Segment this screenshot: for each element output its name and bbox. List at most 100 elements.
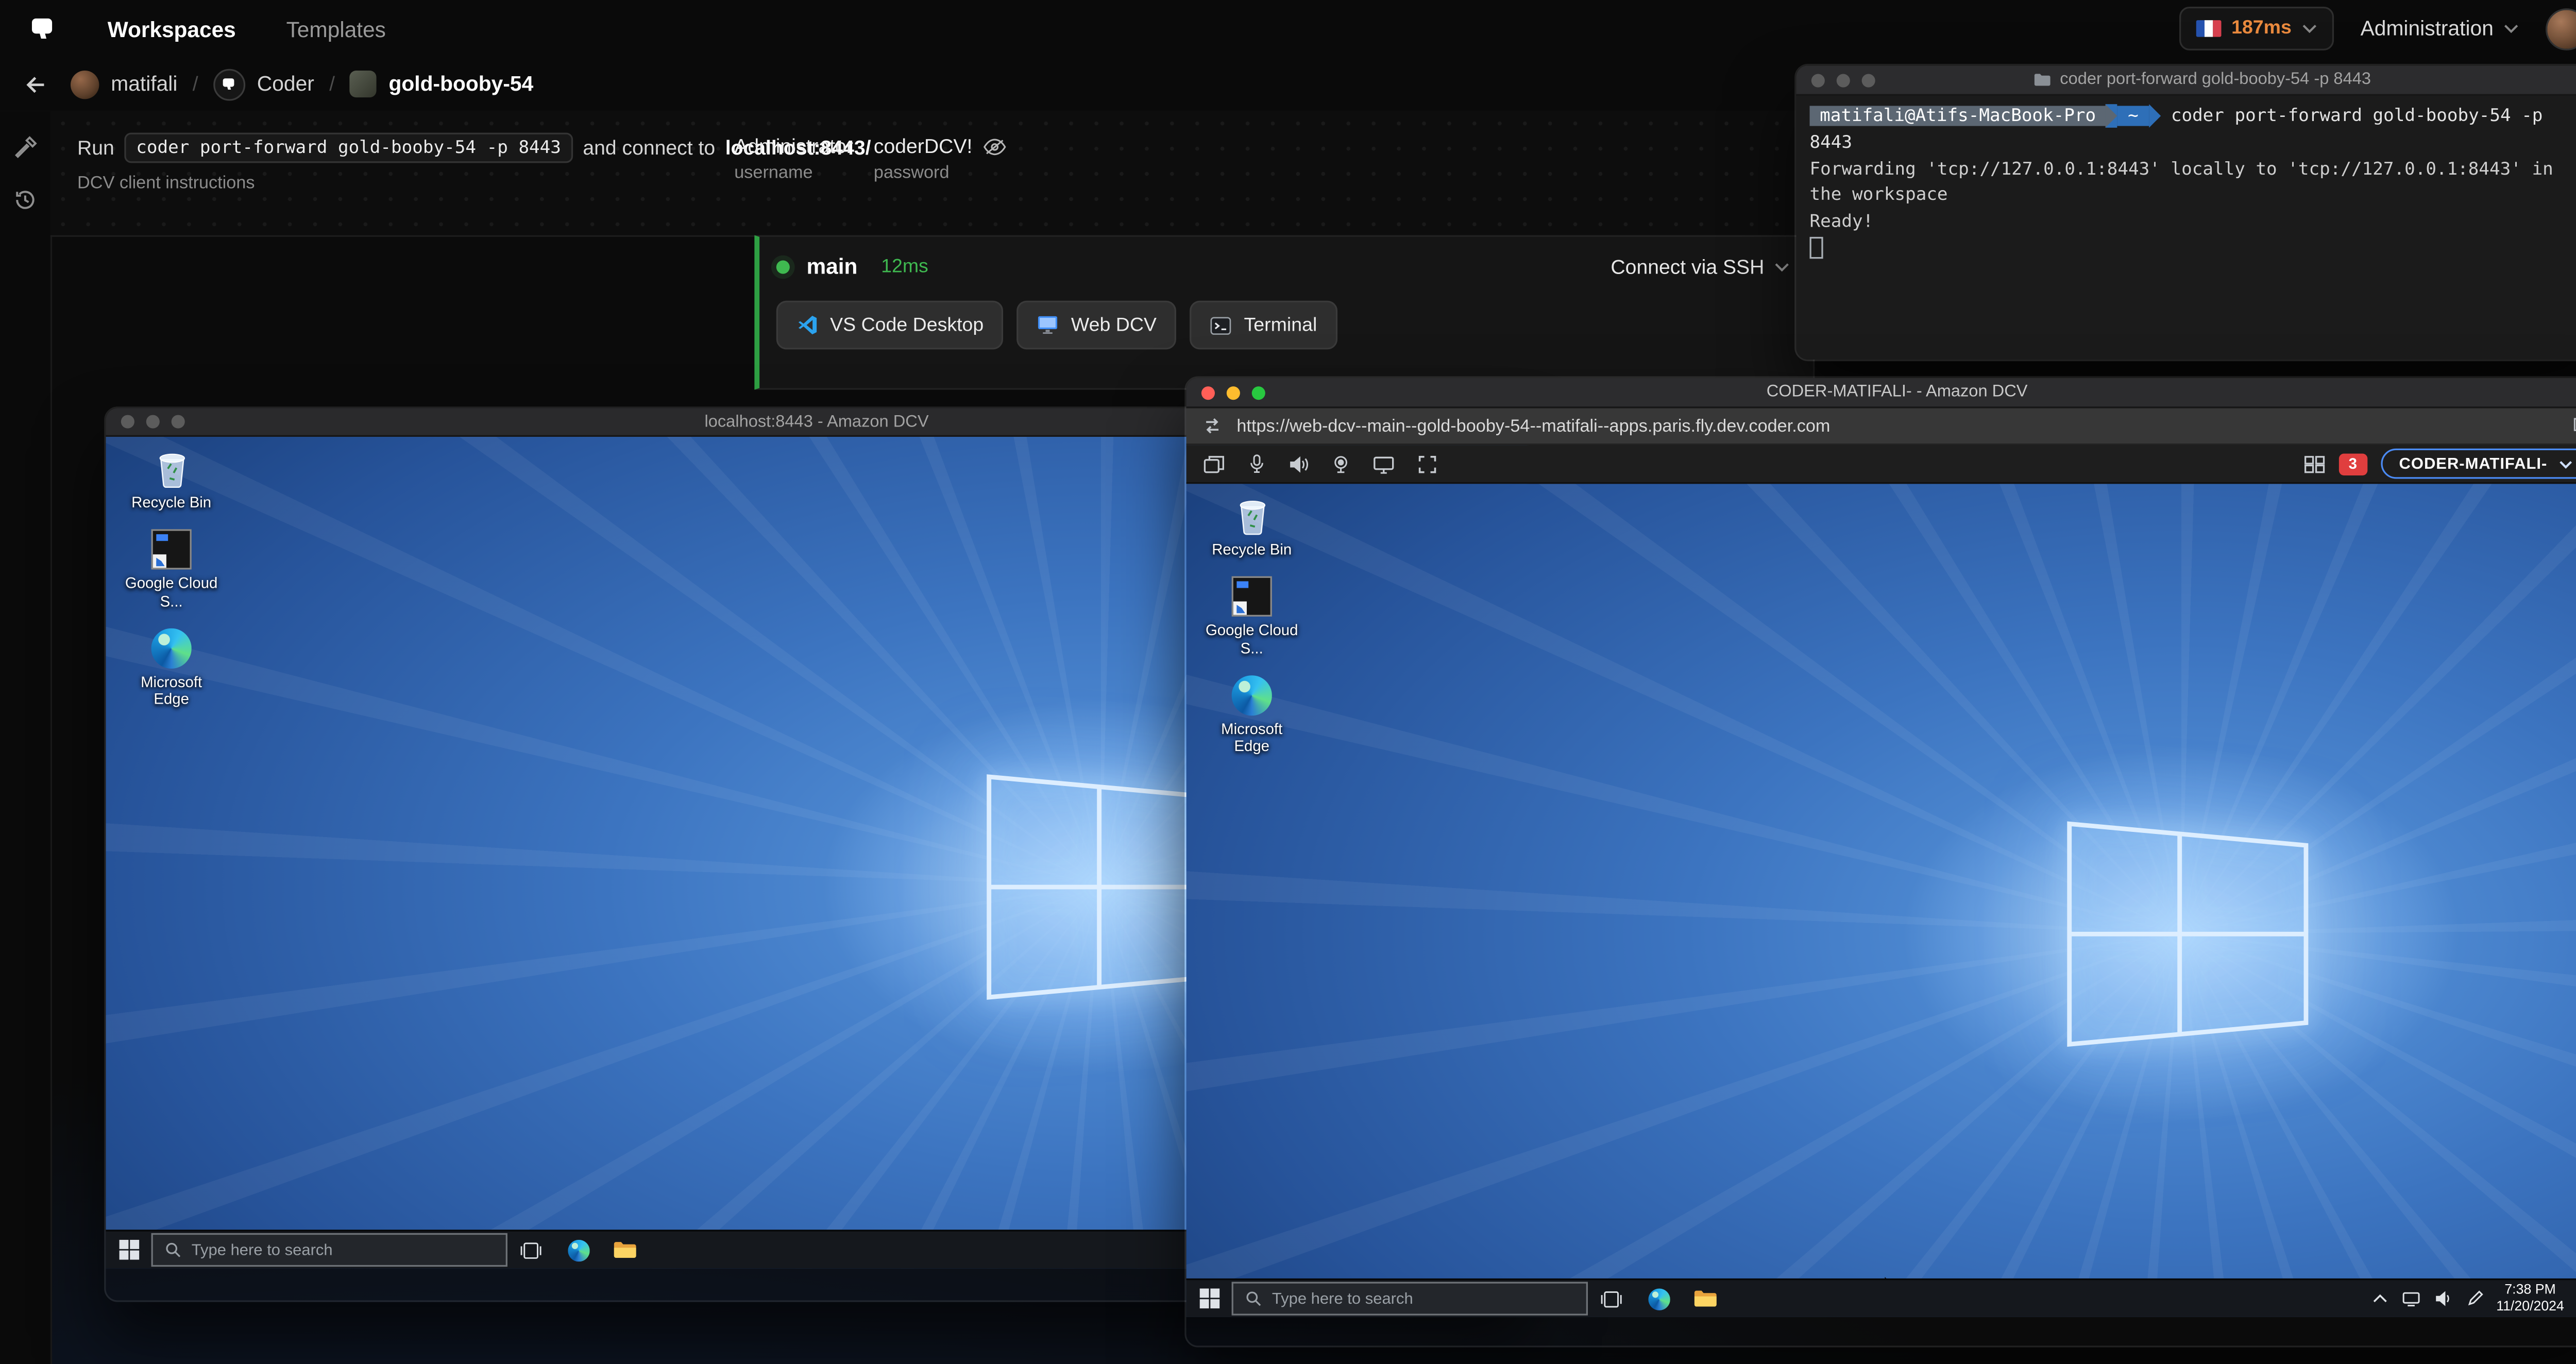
desktop-icon-microsoft-edge[interactable]: Microsoft Edge: [123, 628, 220, 709]
tray-expand-icon[interactable]: [2372, 1293, 2387, 1304]
nav-templates[interactable]: Templates: [286, 16, 386, 41]
breadcrumb-separator: /: [192, 72, 198, 96]
run-label: Run: [77, 136, 114, 160]
task-view-button[interactable]: [1588, 1280, 1635, 1317]
notification-badge[interactable]: 3: [2338, 452, 2367, 475]
desktop-icon-recycle-bin[interactable]: Recycle Bin: [123, 447, 220, 512]
edge-icon: [151, 628, 192, 669]
windows-desktop[interactable]: Recycle Bin Google Cloud S... Microsoft …: [1186, 484, 2576, 1317]
minimize-window-button[interactable]: [1836, 73, 1850, 87]
taskbar-search-input[interactable]: Type here to search: [1231, 1282, 1588, 1316]
user-menu[interactable]: [2546, 7, 2576, 50]
webcam-icon[interactable]: [1332, 454, 1349, 473]
connect-via-ssh-label: Connect via SSH: [1611, 254, 1765, 278]
chevron-down-icon: [2560, 460, 2572, 468]
volume-icon[interactable]: [2434, 1290, 2453, 1307]
connect-via-ssh-button[interactable]: Connect via SSH: [1611, 254, 1789, 278]
screen: Workspaces Templates 187ms Administratio…: [0, 0, 2576, 1364]
chevron-down-icon: [2503, 24, 2518, 34]
agent-card: main 12ms Connect via SSH VS Code Deskto…: [754, 235, 1815, 390]
microphone-icon[interactable]: [1248, 454, 1265, 474]
web-dcv-icon: [1039, 316, 1058, 334]
desktop-icon-recycle-bin[interactable]: Recycle Bin: [1203, 494, 1300, 558]
vscode-desktop-label: VS Code Desktop: [830, 315, 984, 335]
file-explorer-icon: [614, 1242, 636, 1258]
screens-grid-icon[interactable]: [2303, 454, 2325, 473]
terminal-cursor: [1809, 237, 1823, 260]
display-icon[interactable]: [1373, 454, 1395, 473]
windows-cascade-icon[interactable]: [1203, 454, 1225, 473]
terminal-icon: [1211, 316, 1232, 334]
taskbar-search-input[interactable]: Type here to search: [151, 1233, 507, 1267]
chevron-down-icon: [2301, 24, 2316, 34]
dcv-client-instructions-link[interactable]: DCV client instructions: [77, 173, 255, 193]
vscode-desktop-button[interactable]: VS Code Desktop: [776, 300, 1004, 350]
edge-icon: [567, 1239, 589, 1261]
password-credential: coderDCV! password: [874, 134, 1006, 183]
minimize-window-button[interactable]: [146, 415, 160, 429]
build-tools-icon[interactable]: [13, 136, 37, 160]
terminal-button[interactable]: Terminal: [1190, 300, 1337, 350]
speaker-icon[interactable]: [1289, 454, 1309, 473]
file-explorer-button[interactable]: [602, 1232, 649, 1269]
connect-label: and connect to: [583, 136, 716, 160]
desktop-icon-google-cloud-sdk[interactable]: Google Cloud S...: [1203, 576, 1300, 657]
agent-latency: 12ms: [881, 256, 928, 277]
username-credential: Administrator username: [734, 134, 853, 183]
eye-off-icon[interactable]: [982, 137, 1006, 156]
desktop-icon-microsoft-edge[interactable]: Microsoft Edge: [1203, 675, 1300, 756]
top-nav-bar: Workspaces Templates 187ms Administratio…: [0, 0, 2576, 59]
minimize-window-button[interactable]: [1226, 385, 1240, 399]
web-dcv-button[interactable]: Web DCV: [1017, 300, 1177, 350]
terminal-prompt-host: matifali@Atifs-MacBook-Pro: [1809, 106, 2106, 126]
url-bar: https://web-dcv--main--gold-booby-54--ma…: [1186, 408, 2576, 446]
zoom-window-button[interactable]: [1861, 73, 1875, 87]
terminal-output-ready: Ready!: [1809, 211, 1874, 232]
start-button[interactable]: [106, 1232, 151, 1269]
taskbar-edge-button[interactable]: [1635, 1280, 1682, 1317]
nav-workspaces[interactable]: Workspaces: [108, 16, 236, 41]
breadcrumb-template[interactable]: Coder: [213, 68, 314, 100]
desktop-icon-google-cloud-sdk[interactable]: Google Cloud S...: [123, 530, 220, 610]
terminal-window-title: coder port-forward gold-booby-54 -p 8443: [2060, 70, 2371, 89]
administration-label: Administration: [2360, 16, 2494, 41]
network-icon[interactable]: [2400, 1290, 2420, 1307]
session-label: CODER-MATIFALI-: [2399, 454, 2548, 473]
terminal-prompt-path: ~: [2117, 106, 2149, 126]
copy-icon[interactable]: [2572, 416, 2576, 436]
file-explorer-button[interactable]: [1682, 1280, 1729, 1317]
coder-logo[interactable]: [27, 13, 57, 44]
taskbar-clock[interactable]: 7:38 PM 11/20/2024: [2496, 1282, 2564, 1315]
terminal-output-forwarding: Forwarding 'tcp://127.0.0.1:8443' locall…: [1809, 159, 2553, 206]
session-menu-button[interactable]: CODER-MATIFALI-: [2380, 448, 2576, 479]
user-avatar: [2546, 7, 2576, 50]
close-window-button[interactable]: [1201, 385, 1215, 399]
close-window-button[interactable]: [1811, 73, 1825, 87]
start-button[interactable]: [1187, 1280, 1232, 1317]
pen-icon[interactable]: [2466, 1290, 2483, 1307]
close-window-button[interactable]: [121, 415, 134, 429]
workspace-icon: [350, 70, 377, 98]
task-view-icon: [1601, 1290, 1622, 1307]
task-view-button[interactable]: [507, 1232, 554, 1269]
site-connection-icon[interactable]: [1201, 417, 1223, 435]
recycle-bin-icon: [1239, 501, 1265, 535]
google-cloud-sdk-icon: [151, 530, 192, 570]
username-value: Administrator: [734, 134, 853, 158]
back-button[interactable]: [17, 72, 56, 97]
dcv-web-title-bar[interactable]: CODER-MATIFALI- - Amazon DCV: [1186, 378, 2576, 408]
administration-menu[interactable]: Administration: [2360, 16, 2519, 41]
terminal-title-bar[interactable]: coder port-forward gold-booby-54 -p 8443: [1796, 65, 2576, 96]
folder-icon: [2034, 74, 2050, 86]
taskbar-edge-button[interactable]: [554, 1232, 601, 1269]
breadcrumb-user[interactable]: matifali: [70, 70, 177, 98]
fullscreen-icon[interactable]: [1418, 454, 1437, 473]
latency-pill[interactable]: 187ms: [2179, 7, 2334, 50]
zoom-window-button[interactable]: [171, 415, 185, 429]
chevron-down-icon: [1775, 262, 1789, 271]
terminal-body[interactable]: matifali@Atifs-MacBook-Pro ~ coder port-f…: [1796, 95, 2576, 360]
url-field[interactable]: https://web-dcv--main--gold-booby-54--ma…: [1236, 416, 2559, 436]
history-icon[interactable]: [13, 188, 37, 212]
breadcrumb-workspace[interactable]: gold-booby-54: [350, 70, 533, 98]
zoom-window-button[interactable]: [1251, 385, 1265, 399]
